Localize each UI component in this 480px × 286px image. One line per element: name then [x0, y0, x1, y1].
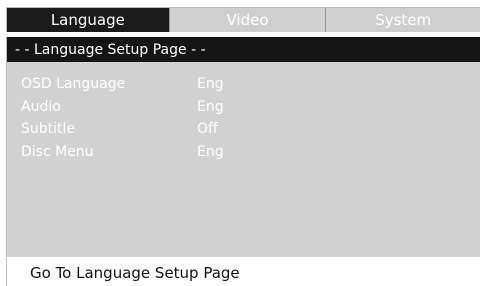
- tab-video[interactable]: Video: [168, 8, 326, 32]
- setting-label: Disc Menu: [21, 143, 94, 160]
- tab-bar: Language Video System: [6, 7, 480, 32]
- tab-language-label: Language: [50, 11, 125, 29]
- status-bar: Go To Language Setup Page: [6, 258, 480, 286]
- status-hint: Go To Language Setup Page: [30, 264, 240, 282]
- setting-label: OSD Language: [21, 76, 126, 93]
- setting-row-disc-menu[interactable]: Disc Menu Eng: [21, 141, 277, 164]
- setting-value: Eng: [197, 76, 224, 93]
- setting-value: Eng: [197, 143, 224, 160]
- tab-language[interactable]: Language: [7, 8, 169, 32]
- tab-system-label: System: [375, 11, 432, 29]
- settings-list: OSD Language Eng Audio Eng Subtitle Off …: [21, 73, 277, 163]
- tab-video-label: Video: [226, 11, 269, 29]
- setting-value: Off: [197, 121, 218, 138]
- setting-label: Subtitle: [21, 121, 76, 138]
- setup-menu-screen: Language Video System - - Language Setup…: [0, 0, 480, 286]
- setting-value: Eng: [197, 98, 224, 115]
- setting-row-subtitle[interactable]: Subtitle Off: [21, 118, 277, 141]
- setting-label: Audio: [21, 98, 61, 115]
- setting-row-audio[interactable]: Audio Eng: [21, 96, 277, 119]
- panel-title: - - Language Setup Page - -: [7, 37, 480, 62]
- language-setup-panel: - - Language Setup Page - - OSD Language…: [6, 37, 480, 257]
- setting-row-osd-language[interactable]: OSD Language Eng: [21, 73, 277, 96]
- tab-system[interactable]: System: [325, 8, 480, 32]
